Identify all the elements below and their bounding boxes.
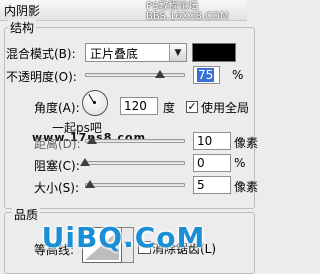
size-unit: 像素 [234,180,259,194]
opacity-unit: % [232,68,244,82]
blend-mode-value: 正片叠底 [90,47,139,61]
panel-title: 内阴影 [4,4,41,18]
angle-input[interactable]: 120 [120,97,158,115]
blend-mode-label: 混合模式(B): [6,47,76,61]
opacity-label: 不透明度(O): [6,70,77,84]
global-light-label: 使用全局 [201,101,250,115]
blend-color-swatch[interactable] [192,43,236,62]
angle-unit: 度 [163,101,176,115]
distance-slider-thumb[interactable] [87,136,97,144]
blend-mode-select[interactable]: 正片叠底 ▼ [85,43,187,62]
angle-dial[interactable] [82,90,108,116]
watermark-line2: BBS.16XX8.COM [146,11,229,22]
size-input[interactable]: 5 [193,176,231,194]
choke-input[interactable]: 0 [193,154,231,172]
opacity-value: 75 [197,68,215,82]
distance-unit: 像素 [234,136,259,150]
choke-slider[interactable] [85,161,185,165]
opacity-slider[interactable] [85,73,185,77]
opacity-input[interactable]: 75 [193,66,220,84]
angle-label: 角度(A): [34,101,80,115]
opacity-slider-thumb[interactable] [155,70,165,78]
distance-label: 距离(D): [34,137,81,151]
global-light-checkbox[interactable]: ✓ [186,101,198,113]
site-logo: UiBQ.CoM [41,221,206,254]
size-slider-thumb[interactable] [85,180,95,188]
distance-input[interactable]: 10 [193,132,231,150]
angle-dial-center [93,101,96,104]
choke-slider-thumb[interactable] [80,158,90,166]
choke-unit: % [234,156,246,170]
structure-legend: 结构 [8,19,37,36]
distance-slider[interactable] [85,139,185,143]
chevron-down-icon[interactable]: ▼ [169,44,186,61]
size-slider[interactable] [85,183,185,187]
size-label: 大小(S): [34,181,80,195]
watermark: PS教程论坛 BBS.16XX8.COM [146,2,229,22]
choke-label: 阻塞(C): [34,159,80,173]
